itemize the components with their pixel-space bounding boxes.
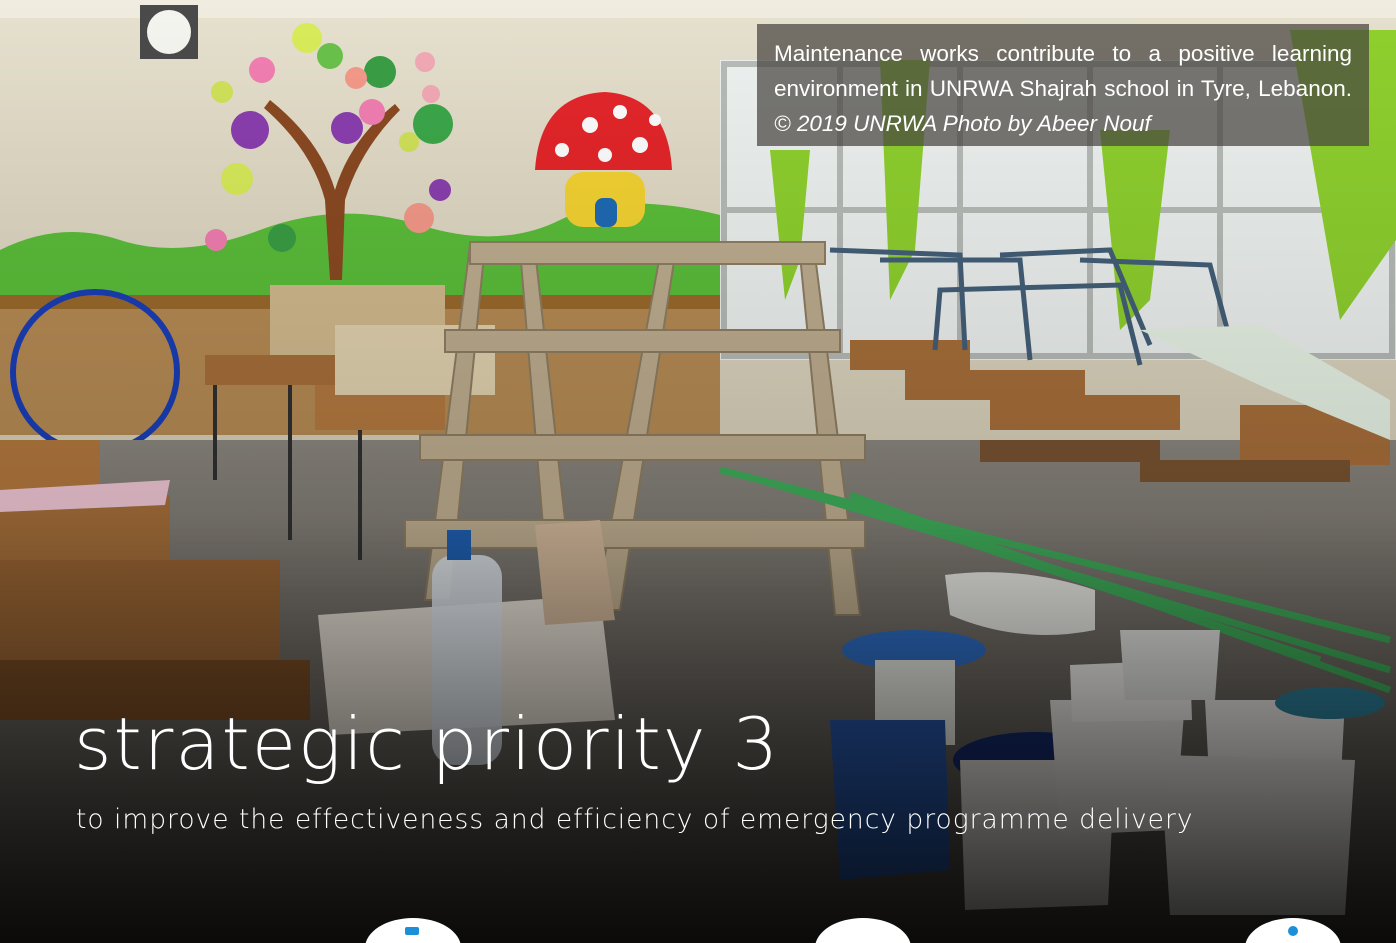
- page-title: strategic priority 3: [74, 702, 781, 786]
- page-subtitle: to improve the effectiveness and efficie…: [76, 804, 1194, 835]
- info-icon-dot: [1288, 926, 1298, 936]
- photo-caption: Maintenance works contribute to a positi…: [774, 36, 1352, 141]
- report-page: Maintenance works contribute to a positi…: [0, 0, 1396, 943]
- caption-text: Maintenance works contribute to a positi…: [774, 41, 1352, 101]
- photo-credit: © 2019 UNRWA Photo by Abeer Nouf: [774, 111, 1151, 136]
- cup-icon-mark: [405, 927, 419, 935]
- photo-caption-box: Maintenance works contribute to a positi…: [757, 24, 1369, 146]
